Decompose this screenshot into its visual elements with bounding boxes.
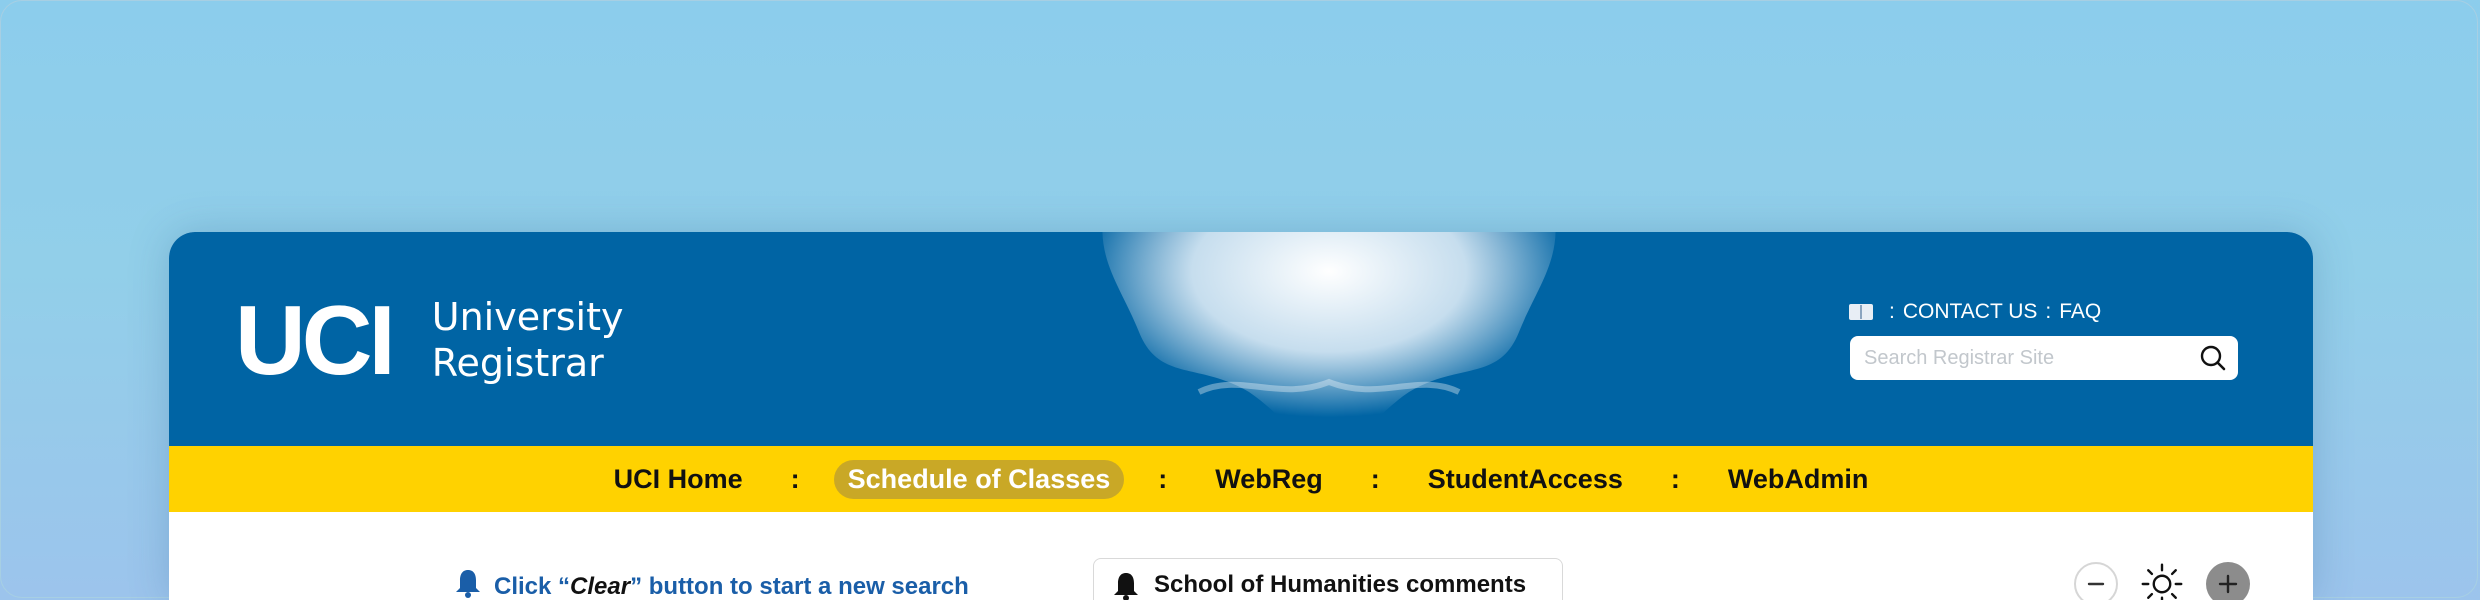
clear-search-tip: Click “Clear” button to start a new sear… <box>454 568 969 600</box>
uci-registrar-logo[interactable]: UCI University Registrar <box>235 285 624 395</box>
search-input[interactable] <box>1862 345 2198 371</box>
contact-us-link[interactable]: CONTACT US <box>1903 300 2038 324</box>
theme-toggle-button[interactable] <box>2140 562 2184 600</box>
page-content: Click “Clear” button to start a new sear… <box>169 512 2313 600</box>
display-controls <box>2074 562 2250 600</box>
nav-separator: : <box>1370 463 1380 494</box>
book-icon <box>1849 304 1873 320</box>
nav-uci-home[interactable]: UCI Home <box>600 460 757 499</box>
comment-title: School of Humanities comments <box>1154 571 1527 598</box>
site-header: UCI University Registrar : CONTACT US : … <box>169 232 2313 446</box>
site-search <box>1850 336 2238 380</box>
logo-line-1: University <box>431 295 624 339</box>
logo-line-2: Registrar <box>431 341 604 385</box>
search-icon[interactable] <box>2198 343 2228 373</box>
nav-webadmin[interactable]: WebAdmin <box>1714 460 1883 499</box>
utility-separator: : <box>1889 300 1895 323</box>
sun-icon <box>2141 563 2183 600</box>
logo-text: University Registrar <box>432 294 624 386</box>
zoom-out-button[interactable] <box>2074 562 2118 600</box>
minus-icon <box>2087 582 2105 586</box>
nav-separator: : <box>1158 463 1168 494</box>
bell-icon <box>1112 571 1140 600</box>
tip-emphasis: Clear <box>570 572 631 600</box>
main-nav: UCI Home : Schedule of Classes : WebReg … <box>169 446 2313 512</box>
nav-schedule-of-classes[interactable]: Schedule of Classes <box>833 459 1125 499</box>
nav-separator: : <box>790 463 800 494</box>
tip-prefix: Click “ <box>494 572 571 600</box>
utility-separator: : <box>2045 300 2052 323</box>
browser-window: UCI University Registrar : CONTACT US : … <box>169 232 2313 600</box>
header-decoration <box>1102 232 1556 446</box>
tip-suffix: ” button to start a new search <box>630 572 969 600</box>
faq-link[interactable]: FAQ <box>2059 300 2101 324</box>
nav-separator: : <box>1670 463 1680 494</box>
nav-webreg[interactable]: WebReg <box>1201 460 1337 499</box>
utility-links: : CONTACT US : FAQ <box>1849 300 2101 324</box>
nav-studentaccess[interactable]: StudentAccess <box>1414 460 1637 499</box>
plus-icon <box>2218 574 2238 594</box>
zoom-in-button[interactable] <box>2206 562 2250 600</box>
bell-icon <box>454 568 482 600</box>
comments-panel[interactable]: School of Humanities comments <box>1093 558 1563 600</box>
logo-mark: UCI <box>235 285 396 395</box>
